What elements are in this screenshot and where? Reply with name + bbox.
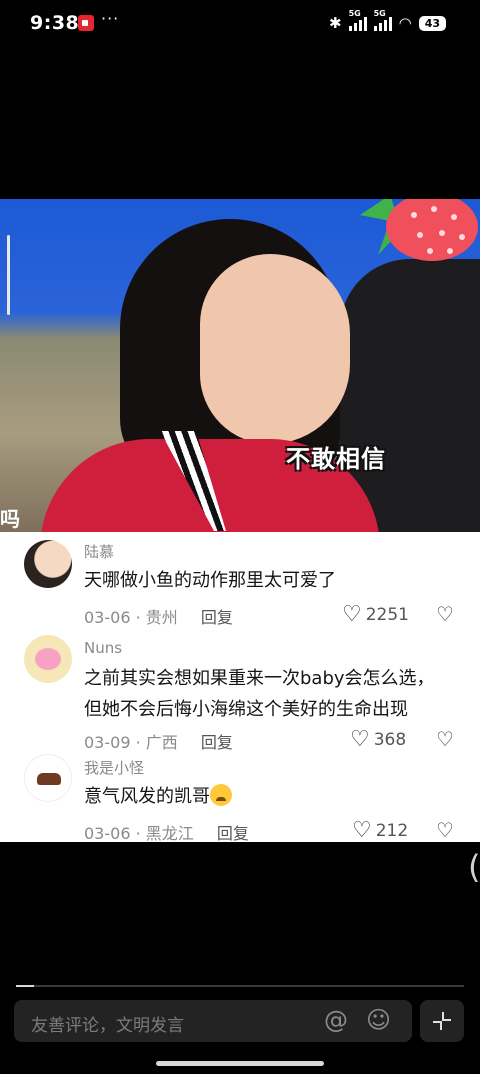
at-icon[interactable]: @: [324, 1006, 348, 1034]
signal-icon-2: 5G: [373, 9, 392, 31]
reply-button[interactable]: 回复: [201, 608, 233, 627]
heart-icon: ♡: [350, 727, 370, 752]
video-progress-fill: [16, 985, 34, 987]
comment-meta: 03-06 · 贵州 回复: [84, 608, 233, 627]
comment-username[interactable]: 我是小怪: [84, 757, 144, 778]
reply-button[interactable]: 回复: [217, 824, 249, 843]
video-side-indicator: [7, 235, 10, 315]
like-count: 212: [375, 820, 409, 841]
like-count: 2251: [365, 604, 409, 625]
like-button[interactable]: ♡ 368: [350, 727, 406, 752]
comment-input[interactable]: 友善评论，文明发言 @ ☺: [14, 1000, 412, 1042]
like-count: 368: [373, 729, 407, 750]
comment-input-placeholder: 友善评论，文明发言: [31, 1016, 184, 1036]
avatar[interactable]: [24, 754, 72, 802]
screen-record-icon: [78, 15, 94, 31]
comment-text-line-2: 但她不会后悔小海绵这个美好的生命出现: [84, 699, 408, 720]
comment-location: 广西: [145, 733, 178, 752]
avatar[interactable]: [24, 540, 72, 588]
reply-button[interactable]: 回复: [201, 733, 233, 752]
heart-icon: ♡: [352, 818, 372, 843]
bluetooth-icon: ✱: [329, 14, 342, 32]
smile-icon[interactable]: ☺: [366, 1006, 391, 1034]
video-player[interactable]: 不敢相信 吗: [0, 199, 480, 532]
strawberry-sticker-icon: [360, 199, 478, 261]
video-caption-sticker: 不敢相信: [286, 445, 386, 473]
comment-text: 意气风发的凯哥: [84, 781, 232, 812]
dislike-icon[interactable]: ♡: [436, 818, 454, 842]
collapse-icon: [433, 1012, 451, 1030]
comment-text: 天哪做小鱼的动作那里太可爱了: [84, 570, 336, 591]
dislike-icon[interactable]: ♡: [436, 727, 454, 751]
comment-text-line-1: 之前其实会想如果重来一次baby会怎么选，: [84, 668, 435, 689]
crying-emoji-icon: [210, 784, 232, 806]
status-time: 9:38: [30, 12, 80, 34]
dislike-icon[interactable]: ♡: [436, 602, 454, 626]
avatar[interactable]: [24, 635, 72, 683]
like-button[interactable]: ♡ 2251: [342, 602, 409, 627]
video-face: [200, 254, 350, 444]
comment-date: 03-09: [84, 733, 131, 752]
comment-username[interactable]: Nuns: [84, 639, 122, 657]
wifi-icon: ◠: [398, 14, 412, 32]
system-icons: ✱ 5G 5G ◠ 43: [329, 9, 446, 34]
video-corner-caption: 吗: [0, 507, 20, 531]
comment-username[interactable]: 陆慕: [84, 541, 114, 562]
collapse-button[interactable]: [420, 1000, 464, 1042]
heart-icon: ♡: [342, 602, 362, 627]
comment-meta: 03-09 · 广西 回复: [84, 733, 233, 752]
status-bar: 9:38 ··· ✱ 5G 5G ◠ 43: [0, 0, 480, 46]
video-progress-bar[interactable]: [16, 985, 464, 987]
comment-location: 贵州: [145, 608, 178, 627]
more-notifications-icon: ···: [101, 9, 120, 28]
like-button[interactable]: ♡ 212: [352, 818, 408, 843]
comment-meta: 03-06 · 黑龙江 回复: [84, 824, 249, 843]
comment-location: 黑龙江: [145, 824, 194, 843]
comment-date: 03-06: [84, 824, 131, 843]
side-drawer-handle-icon[interactable]: (: [468, 848, 480, 886]
signal-icon-1: 5G: [348, 9, 367, 31]
comment-date: 03-06: [84, 608, 131, 627]
home-indicator[interactable]: [156, 1061, 324, 1066]
comments-panel: 陆慕 天哪做小鱼的动作那里太可爱了 03-06 · 贵州 回复 ♡ 2251 ♡…: [0, 532, 480, 843]
battery-icon: 43: [418, 15, 446, 31]
